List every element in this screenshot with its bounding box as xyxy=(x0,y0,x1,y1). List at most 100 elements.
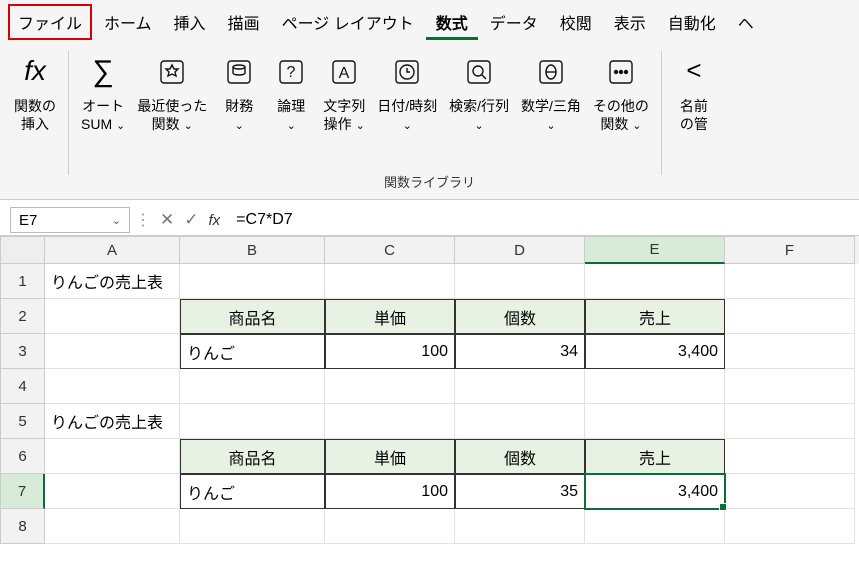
cell-E8[interactable] xyxy=(585,509,725,544)
menu-insert[interactable]: 挿入 xyxy=(164,4,216,40)
row-header-7[interactable]: 7 xyxy=(0,474,45,509)
row-header-8[interactable]: 8 xyxy=(0,509,45,544)
col-header-D[interactable]: D xyxy=(455,236,585,264)
cell-A6[interactable] xyxy=(45,439,180,474)
col-header-B[interactable]: B xyxy=(180,236,325,264)
cell-F5[interactable] xyxy=(725,404,855,439)
cell-D5[interactable] xyxy=(455,404,585,439)
svg-text:?: ? xyxy=(287,64,296,81)
menu-data[interactable]: データ xyxy=(480,4,548,40)
cell-F6[interactable] xyxy=(725,439,855,474)
menu-file[interactable]: ファイル xyxy=(8,4,92,40)
cell-E4[interactable] xyxy=(585,369,725,404)
cell-F4[interactable] xyxy=(725,369,855,404)
cell-D1[interactable] xyxy=(455,264,585,299)
book-clock-icon xyxy=(387,51,427,91)
book-a-icon: A xyxy=(324,51,364,91)
menu-draw[interactable]: 描画 xyxy=(218,4,270,40)
cell-E5[interactable] xyxy=(585,404,725,439)
cell-B8[interactable] xyxy=(180,509,325,544)
menu-review[interactable]: 校閲 xyxy=(550,4,602,40)
svg-text:A: A xyxy=(339,65,350,82)
cell-C4[interactable] xyxy=(325,369,455,404)
menu-home[interactable]: ホーム xyxy=(94,4,162,40)
book-question-icon: ? xyxy=(271,51,311,91)
cell-B3[interactable]: りんご xyxy=(180,334,325,369)
cell-B1[interactable] xyxy=(180,264,325,299)
col-header-F[interactable]: F xyxy=(725,236,855,264)
chevron-left-icon: < xyxy=(674,51,714,91)
row-header-6[interactable]: 6 xyxy=(0,439,45,474)
cell-B4[interactable] xyxy=(180,369,325,404)
cell-F3[interactable] xyxy=(725,334,855,369)
row-header-1[interactable]: 1 xyxy=(0,264,45,299)
cell-A2[interactable] xyxy=(45,299,180,334)
cell-C5[interactable] xyxy=(325,404,455,439)
cell-D7[interactable]: 35 xyxy=(455,474,585,509)
cell-B5[interactable] xyxy=(180,404,325,439)
cell-E1[interactable] xyxy=(585,264,725,299)
ribbon-group-function-library: fx 関数の 挿入 ∑ オート SUM ⌄ 最近使った 関数 ⌄ 財務⌄ ? 論… xyxy=(8,47,720,199)
menu-page-layout[interactable]: ページ レイアウト xyxy=(272,4,424,40)
cell-F7[interactable] xyxy=(725,474,855,509)
select-all-corner[interactable] xyxy=(0,236,45,264)
formula-bar: E7⌄ ⋮ ✕ ✓ fx xyxy=(0,205,859,236)
cell-C2[interactable]: 単価 xyxy=(325,299,455,334)
cell-A1[interactable]: りんごの売上表 xyxy=(45,264,180,299)
cell-C6[interactable]: 単価 xyxy=(325,439,455,474)
insert-function-icon[interactable]: fx xyxy=(209,212,221,229)
chevron-down-icon[interactable]: ⌄ xyxy=(112,214,121,227)
cell-C3[interactable]: 100 xyxy=(325,334,455,369)
enter-icon[interactable]: ✓ xyxy=(184,210,198,230)
cell-B7[interactable]: りんご xyxy=(180,474,325,509)
cell-F1[interactable] xyxy=(725,264,855,299)
cell-F8[interactable] xyxy=(725,509,855,544)
formula-input[interactable] xyxy=(224,207,859,233)
ribbon-group-label: 関数ライブラリ xyxy=(0,170,859,195)
menu-formulas[interactable]: 数式 xyxy=(426,4,478,40)
cancel-icon[interactable]: ✕ xyxy=(160,210,174,230)
row-header-5[interactable]: 5 xyxy=(0,404,45,439)
sigma-icon: ∑ xyxy=(83,51,123,91)
book-theta-icon xyxy=(531,51,571,91)
cell-C1[interactable] xyxy=(325,264,455,299)
spreadsheet-grid: A B C D E F 1 りんごの売上表 2 商品名 単価 個数 売上 3 xyxy=(0,236,859,544)
row-header-2[interactable]: 2 xyxy=(0,299,45,334)
cell-E6[interactable]: 売上 xyxy=(585,439,725,474)
cell-B2[interactable]: 商品名 xyxy=(180,299,325,334)
cell-A4[interactable] xyxy=(45,369,180,404)
menu-help[interactable]: ヘ xyxy=(728,4,764,40)
cell-C7[interactable]: 100 xyxy=(325,474,455,509)
cell-A3[interactable] xyxy=(45,334,180,369)
cell-D4[interactable] xyxy=(455,369,585,404)
col-header-C[interactable]: C xyxy=(325,236,455,264)
cell-E2[interactable]: 売上 xyxy=(585,299,725,334)
cell-E3[interactable]: 3,400 xyxy=(585,334,725,369)
cell-D3[interactable]: 34 xyxy=(455,334,585,369)
cell-A8[interactable] xyxy=(45,509,180,544)
cell-C8[interactable] xyxy=(325,509,455,544)
cell-E7[interactable]: 3,400 xyxy=(585,474,725,509)
col-header-A[interactable]: A xyxy=(45,236,180,264)
col-header-E[interactable]: E xyxy=(585,236,725,264)
cell-D6[interactable]: 個数 xyxy=(455,439,585,474)
menu-automation[interactable]: 自動化 xyxy=(658,4,726,40)
book-star-icon xyxy=(152,51,192,91)
cell-F2[interactable] xyxy=(725,299,855,334)
book-dots-icon xyxy=(601,51,641,91)
book-search-icon xyxy=(459,51,499,91)
ribbon: fx 関数の 挿入 ∑ オート SUM ⌄ 最近使った 関数 ⌄ 財務⌄ ? 論… xyxy=(0,43,859,200)
cell-B6[interactable]: 商品名 xyxy=(180,439,325,474)
fx-icon: fx xyxy=(15,51,55,91)
row-header-4[interactable]: 4 xyxy=(0,369,45,404)
cell-D8[interactable] xyxy=(455,509,585,544)
cell-A5[interactable]: りんごの売上表 xyxy=(45,404,180,439)
book-coins-icon xyxy=(219,51,259,91)
row-header-3[interactable]: 3 xyxy=(0,334,45,369)
cell-A7[interactable] xyxy=(45,474,180,509)
menu-view[interactable]: 表示 xyxy=(604,4,656,40)
divider: ⋮ xyxy=(138,210,148,230)
menu-bar: ファイル ホーム 挿入 描画 ページ レイアウト 数式 データ 校閲 表示 自動… xyxy=(0,0,859,43)
name-box[interactable]: E7⌄ xyxy=(10,207,130,233)
cell-D2[interactable]: 個数 xyxy=(455,299,585,334)
